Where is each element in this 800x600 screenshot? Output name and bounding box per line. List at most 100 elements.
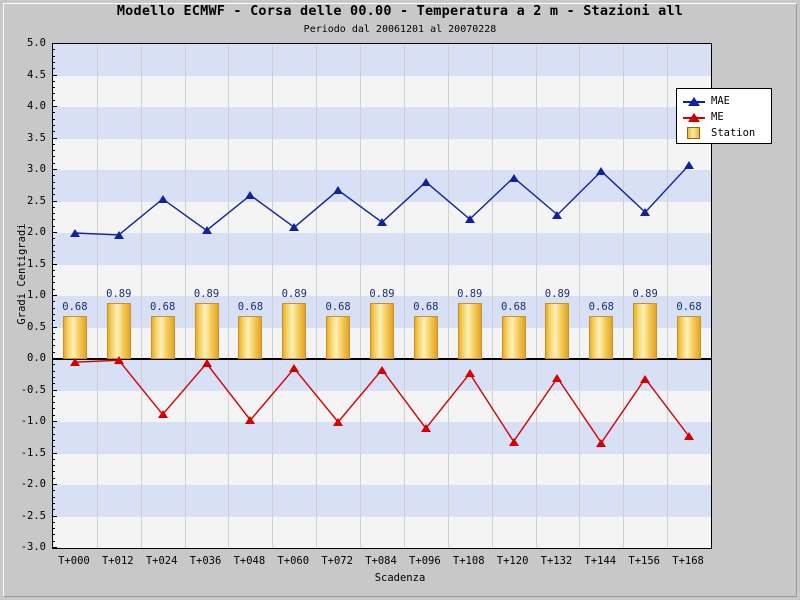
data-point-mae [508, 173, 519, 182]
y-axis-minor-tick [52, 509, 55, 510]
y-axis-minor-tick [52, 383, 55, 384]
y-axis-minor-tick [52, 320, 55, 321]
y-axis-tick-mark [52, 515, 57, 517]
y-axis-tick-mark [52, 200, 57, 202]
y-axis-minor-tick [52, 131, 55, 132]
y-axis-minor-tick [52, 402, 55, 403]
data-point-me [245, 416, 256, 425]
y-axis-tick-mark [52, 43, 57, 44]
y-axis-tick-label: 0.0 [27, 352, 46, 364]
y-axis-tick-mark [52, 232, 57, 233]
y-axis-minor-tick [52, 534, 55, 535]
y-axis-minor-tick [52, 93, 55, 94]
triangle-up-icon [683, 110, 705, 124]
data-point-me [157, 410, 168, 419]
y-axis-tick-mark [52, 263, 57, 265]
y-axis-minor-tick [52, 333, 55, 334]
y-axis-tick-mark [52, 421, 57, 422]
y-axis-minor-tick [52, 301, 55, 302]
y-axis-tick-mark [52, 295, 57, 296]
y-axis-minor-tick [52, 150, 55, 151]
y-axis-tick-label: -1.5 [20, 446, 46, 459]
y-axis-minor-tick [52, 345, 55, 346]
data-point-mae [464, 215, 475, 224]
y-axis-tick-mark [52, 106, 57, 107]
y-axis-minor-tick [52, 245, 55, 246]
data-point-mae [157, 194, 168, 203]
y-axis-minor-tick [52, 251, 55, 252]
data-point-me [640, 374, 651, 383]
y-axis-tick-mark [52, 547, 57, 548]
y-axis-minor-tick [52, 465, 55, 466]
y-axis-minor-tick [52, 522, 55, 523]
y-axis-minor-tick [52, 415, 55, 416]
y-axis-minor-tick [52, 276, 55, 277]
legend-item-station[interactable]: Station [683, 125, 771, 141]
y-axis-minor-tick [52, 478, 55, 479]
y-axis-minor-tick [52, 226, 55, 227]
y-axis-minor-tick [52, 289, 55, 290]
legend-label-me: ME [711, 111, 724, 123]
y-axis-minor-tick [52, 125, 55, 126]
y-axis-minor-tick [52, 490, 55, 491]
data-point-me [113, 356, 124, 365]
data-point-mae [684, 160, 695, 169]
data-point-mae [640, 208, 651, 217]
y-axis-tick-label: 4.0 [27, 100, 46, 112]
y-axis-minor-tick [52, 49, 55, 50]
y-axis-minor-tick [52, 440, 55, 441]
data-point-mae [333, 186, 344, 195]
y-axis-tick-label: -2.0 [20, 478, 46, 490]
y-axis-minor-tick [52, 213, 55, 214]
y-axis-minor-tick [52, 503, 55, 504]
y-axis-minor-tick [52, 87, 55, 88]
data-point-mae [113, 230, 124, 239]
station-bar-label: 0.68 [237, 301, 264, 314]
y-axis-minor-tick [52, 427, 55, 428]
y-axis-tick-mark [52, 358, 57, 359]
data-point-mae [289, 223, 300, 232]
y-axis-tick-label: -3.0 [20, 541, 46, 553]
y-axis-minor-tick [52, 112, 55, 113]
station-bar-label: 0.68 [588, 301, 614, 314]
y-axis-tick-label: 4.5 [27, 68, 46, 81]
y-axis-minor-tick [52, 308, 55, 309]
station-bar-label: 0.89 [457, 287, 483, 300]
y-axis-minor-tick [52, 371, 55, 372]
y-axis-minor-tick [52, 207, 55, 208]
y-axis-minor-tick [52, 163, 55, 164]
y-axis-minor-tick [52, 434, 55, 435]
station-bar-label: 0.89 [281, 287, 307, 300]
y-axis-minor-tick [52, 62, 55, 63]
y-axis-minor-tick [52, 408, 55, 409]
station-bar-label: 0.68 [325, 301, 351, 314]
data-point-mae [596, 167, 607, 176]
data-point-me [552, 373, 563, 382]
data-point-mae [552, 210, 563, 219]
y-axis-minor-tick [52, 257, 55, 258]
y-axis-minor-tick [52, 81, 55, 82]
y-axis-tick-mark [52, 484, 57, 485]
y-axis-minor-tick [52, 144, 55, 145]
chart-legend: MAE ME Station [676, 88, 772, 144]
station-bar-label: 0.89 [369, 287, 395, 300]
y-axis-tick-label: 3.0 [27, 163, 46, 175]
station-bar-label: 0.89 [106, 287, 132, 300]
y-axis-tick-mark [52, 452, 57, 454]
y-axis-minor-tick [52, 156, 55, 157]
data-point-me [201, 359, 212, 368]
station-bar-label: 0.89 [193, 287, 220, 300]
y-axis-minor-tick [52, 364, 55, 365]
y-axis-minor-tick [52, 497, 55, 498]
data-point-me [289, 364, 300, 373]
y-axis-minor-tick [52, 528, 55, 529]
legend-item-me[interactable]: ME [683, 109, 771, 125]
y-axis-minor-tick [52, 446, 55, 447]
y-axis-minor-tick [52, 471, 55, 472]
x-axis-tick-label: T+168 [672, 555, 704, 567]
y-axis-minor-tick [52, 56, 55, 57]
x-axis-label: Scadenza [374, 572, 426, 584]
legend-label-station: Station [711, 127, 756, 139]
legend-item-mae[interactable]: MAE [683, 93, 771, 109]
y-axis-minor-tick [52, 119, 55, 120]
